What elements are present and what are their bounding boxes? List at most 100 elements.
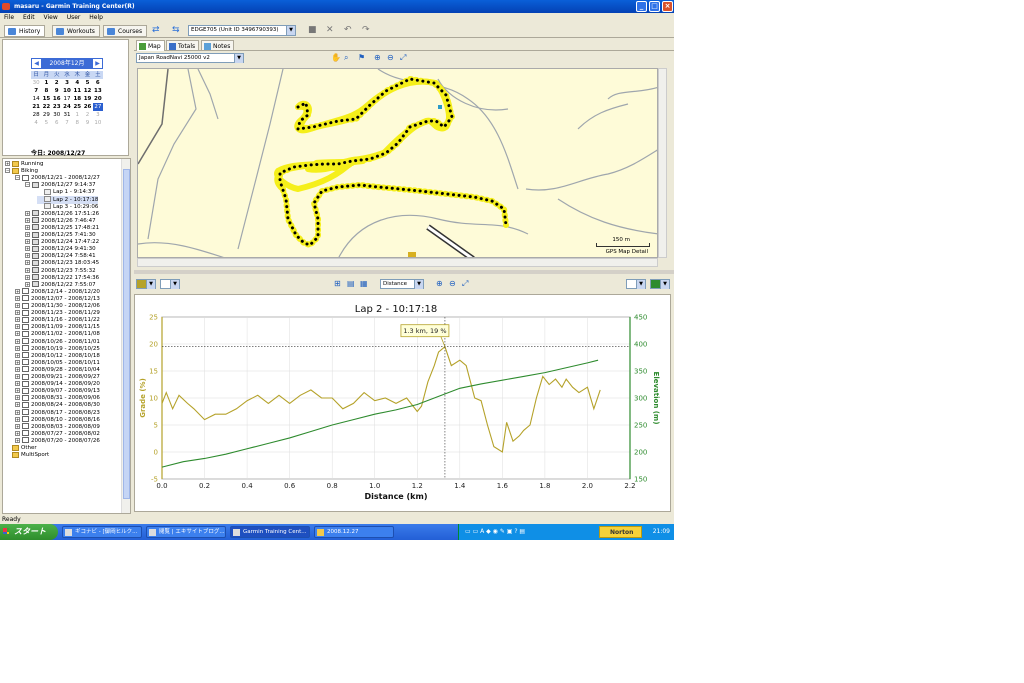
expand-icon[interactable]: +	[25, 224, 30, 230]
calendar-day[interactable]: 27	[92, 103, 103, 111]
expand-icon[interactable]: +	[15, 374, 20, 379]
map-horizontal-scrollbar[interactable]	[137, 258, 658, 267]
menu-user[interactable]: User	[67, 14, 81, 21]
start-button[interactable]: スタート	[0, 524, 58, 540]
calendar-day[interactable]: 20	[93, 95, 103, 103]
expand-icon[interactable]: +	[15, 416, 20, 422]
calendar-day[interactable]: 29	[41, 111, 51, 119]
expand-icon[interactable]: +	[25, 281, 30, 287]
calendar-day[interactable]: 5	[82, 79, 92, 87]
expand-icon[interactable]: +	[15, 324, 20, 330]
calendar-day[interactable]: 9	[82, 119, 92, 127]
calendar-day[interactable]: 1	[72, 111, 82, 119]
calendar-day[interactable]: 11	[72, 87, 82, 95]
menu-view[interactable]: View	[44, 14, 58, 21]
map-product-select[interactable]: Japan RoadNavi 25000 v2 ▼	[136, 53, 244, 63]
calendar-day[interactable]: 25	[72, 103, 82, 111]
close-button[interactable]: ×	[662, 1, 673, 12]
undo-icon[interactable]: ↶	[344, 26, 352, 35]
calendar-day[interactable]: 10	[62, 87, 72, 95]
calendar-day[interactable]: 15	[41, 95, 51, 103]
tray-icons[interactable]: ▭ ▭ A ◆ ◉ ✎ ▣ ? ▤	[465, 524, 525, 540]
device-select[interactable]: EDGE705 (Unit ID 3496790393) ▼	[188, 25, 296, 36]
calendar-day[interactable]: 5	[41, 119, 51, 127]
calendar-day[interactable]: 23	[52, 103, 62, 111]
grade-elevation-chart[interactable]: 0.0 0.2 0.4 0.6 0.8 1.0 1.2 1.4 1.6 1.8 2.0 2.2-505…	[135, 295, 672, 513]
hand-icon[interactable]: ✋	[331, 54, 341, 62]
expand-icon[interactable]: +	[25, 267, 30, 273]
cross-icon[interactable]: ✕	[326, 26, 334, 35]
expand-icon[interactable]: +	[15, 388, 20, 394]
calendar-day[interactable]: 26	[82, 103, 92, 111]
calendar-day[interactable]: 2	[52, 79, 62, 87]
taskbar-item[interactable]: ギコナビ - [御岡ヒルク...	[62, 526, 142, 538]
tree-scrollbar[interactable]	[121, 159, 130, 513]
calendar-day[interactable]: 21	[31, 103, 41, 111]
calendar-day[interactable]: 7	[62, 119, 72, 127]
expand-icon[interactable]: +	[15, 395, 20, 401]
tree-node[interactable]: MultiSport	[5, 451, 49, 459]
calendar-day[interactable]: 31	[62, 111, 72, 119]
expand-icon[interactable]: +	[15, 303, 20, 308]
track-line[interactable]	[277, 76, 509, 248]
calendar-day[interactable]: 28	[31, 111, 41, 119]
expand-icon[interactable]: +	[15, 359, 20, 365]
elevation-color-select[interactable]: ▼	[650, 279, 670, 289]
redo-icon[interactable]: ↷	[362, 26, 370, 35]
calendar-day[interactable]: 6	[93, 79, 103, 87]
calendar-day[interactable]: 30	[52, 111, 62, 119]
right-axis-select[interactable]: ▼	[626, 279, 646, 289]
device-send-icon[interactable]: ⇆	[172, 26, 180, 35]
calendar-day[interactable]: 14	[31, 95, 41, 103]
calendar-day[interactable]: 12	[82, 87, 92, 95]
norton-button[interactable]: Norton	[599, 526, 642, 538]
expand-icon[interactable]: +	[25, 246, 30, 252]
minimize-button[interactable]: _	[636, 1, 647, 12]
expand-icon[interactable]: +	[15, 331, 20, 337]
collapse-icon[interactable]: −	[5, 168, 10, 174]
calendar-day[interactable]: 13	[93, 87, 103, 95]
taskbar-item[interactable]: Garmin Training Cent...	[230, 526, 310, 538]
x-axis-select[interactable]: Distance ▼	[380, 279, 424, 289]
device-receive-icon[interactable]: ⇄	[152, 26, 160, 35]
calendar-day[interactable]: 4	[31, 119, 41, 127]
calendar-day[interactable]: 10	[93, 119, 103, 127]
expand-icon[interactable]: +	[15, 295, 20, 301]
calendar-day[interactable]: 17	[62, 95, 72, 103]
expand-icon[interactable]: +	[25, 217, 30, 223]
calendar-day[interactable]: 1	[41, 79, 51, 87]
expand-icon[interactable]: +	[15, 381, 20, 387]
zoom-fit-icon[interactable]: ⤢	[400, 54, 406, 62]
expand-icon[interactable]: +	[25, 253, 30, 259]
calendar-day[interactable]: 8	[72, 119, 82, 127]
calendar-day[interactable]: 3	[93, 111, 103, 119]
calendar-day[interactable]: 24	[62, 103, 72, 111]
split-chart-icon[interactable]: ▤	[347, 280, 355, 288]
today-label[interactable]: 今日: 2008/12/27	[31, 148, 85, 157]
calendar-day[interactable]: 6	[52, 119, 62, 127]
calendar-day[interactable]: 19	[82, 95, 92, 103]
expand-icon[interactable]: +	[15, 430, 20, 436]
calendar-day[interactable]: 8	[41, 87, 51, 95]
zoom-out-icon[interactable]: ⊖	[387, 54, 394, 62]
calendar-day[interactable]: 18	[72, 95, 82, 103]
maximize-button[interactable]: □	[649, 1, 660, 12]
delete-icon[interactable]: ■	[308, 26, 317, 35]
menu-file[interactable]: File	[4, 14, 14, 21]
expand-icon[interactable]: +	[25, 260, 30, 266]
calendar-day[interactable]: 16	[52, 95, 62, 103]
expand-icon[interactable]: +	[15, 288, 20, 294]
calendar-day[interactable]: 9	[52, 87, 62, 95]
calendar-day[interactable]: 7	[31, 87, 41, 95]
expand-icon[interactable]: +	[15, 352, 20, 358]
tab-history[interactable]: History	[4, 25, 46, 37]
tab-map[interactable]: Map	[136, 40, 165, 51]
map-vertical-scrollbar[interactable]	[658, 68, 667, 258]
expand-icon[interactable]: +	[15, 338, 20, 344]
expand-icon[interactable]: +	[15, 402, 20, 408]
expand-icon[interactable]: +	[5, 161, 10, 166]
next-month-button[interactable]: ▶	[93, 59, 102, 68]
grade-color-select[interactable]: ▼	[136, 279, 156, 289]
calendar-day[interactable]: 2	[82, 111, 92, 119]
expand-icon[interactable]: +	[25, 232, 30, 237]
